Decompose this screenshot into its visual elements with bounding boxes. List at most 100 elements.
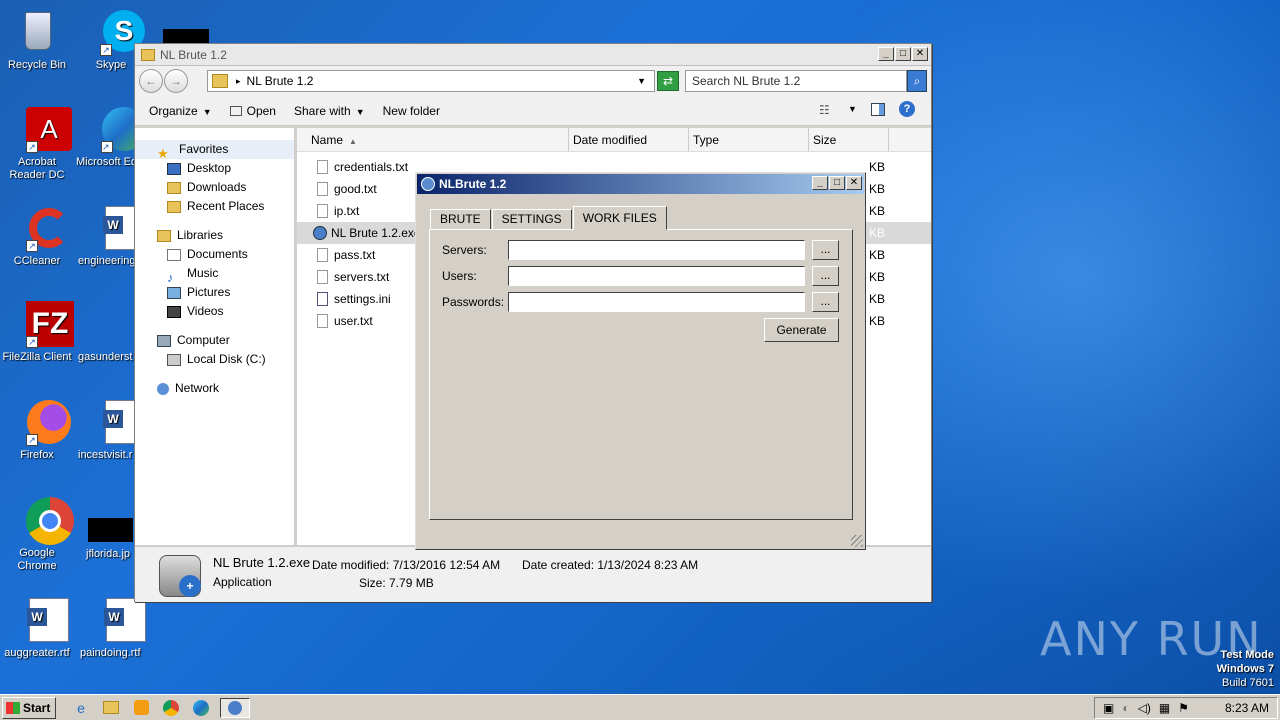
desktop-icon-label: auggreater.rtf bbox=[4, 647, 70, 659]
nav-favorites[interactable]: ★ Favorites bbox=[135, 140, 294, 161]
volume-icon[interactable]: ◁) bbox=[1138, 701, 1151, 715]
nav-music[interactable]: ♪ Music bbox=[135, 264, 294, 285]
nav-recent-places[interactable]: Recent Places bbox=[135, 197, 294, 216]
documents-icon bbox=[167, 248, 181, 261]
search-input[interactable]: Search NL Brute 1.2 bbox=[685, 70, 907, 92]
users-row: Users: ... bbox=[442, 266, 839, 286]
close-button[interactable]: ✕ bbox=[912, 47, 928, 61]
column-name[interactable]: Name ▲ bbox=[297, 128, 569, 151]
nlbrute-taskbar-button[interactable] bbox=[220, 697, 250, 718]
media-player-icon[interactable] bbox=[130, 698, 152, 718]
generate-button[interactable]: Generate bbox=[764, 318, 839, 342]
desktop-icon-firefox[interactable]: ↗ Firefox bbox=[0, 398, 74, 462]
nav-computer[interactable]: Computer bbox=[135, 331, 294, 350]
nav-downloads[interactable]: Downloads bbox=[135, 178, 294, 197]
preview-pane-icon[interactable] bbox=[871, 103, 885, 116]
share-with-button[interactable]: Share with ▼ bbox=[294, 104, 365, 118]
desktop-icon-filezilla[interactable]: FZ ↗ FileZilla Client bbox=[0, 300, 74, 364]
command-bar: Organize ▼ Open Share with ▼ New folder ☷ … bbox=[135, 96, 931, 126]
nav-libraries[interactable]: Libraries bbox=[135, 226, 294, 245]
chevron-down-icon[interactable]: ▼ bbox=[637, 76, 646, 86]
chrome-icon bbox=[13, 496, 74, 545]
nlbrute-titlebar[interactable]: NLBrute 1.2 _ □ ✕ bbox=[417, 174, 864, 194]
users-browse-button[interactable]: ... bbox=[812, 266, 839, 286]
windows-logo-icon bbox=[6, 701, 20, 714]
tab-brute[interactable]: BRUTE bbox=[430, 209, 491, 230]
nav-local-disk[interactable]: Local Disk (C:) bbox=[135, 350, 294, 369]
nav-videos[interactable]: Videos bbox=[135, 302, 294, 321]
servers-label: Servers: bbox=[442, 243, 487, 257]
nav-documents[interactable]: Documents bbox=[135, 245, 294, 264]
users-field[interactable] bbox=[508, 266, 805, 286]
column-size[interactable]: Size bbox=[809, 128, 889, 151]
start-button[interactable]: Start bbox=[2, 696, 56, 719]
nav-desktop[interactable]: Desktop bbox=[135, 159, 294, 178]
close-button[interactable]: ✕ bbox=[846, 176, 862, 190]
desktop-icon-chrome[interactable]: Google Chrome bbox=[0, 496, 74, 573]
servers-field[interactable] bbox=[508, 240, 805, 260]
action-center-flag-icon[interactable]: ⚑ bbox=[1178, 701, 1189, 715]
desktop-icon-paindoing[interactable]: W paindoing.rtf bbox=[74, 596, 148, 660]
tab-work-files[interactable]: WORK FILES bbox=[572, 206, 667, 230]
redacted-thumbnail bbox=[88, 518, 133, 542]
desktop-icon-auggreater[interactable]: W auggreater.rtf bbox=[0, 596, 74, 660]
chevron-down-icon[interactable]: ▼ bbox=[848, 104, 857, 114]
resize-grip-icon[interactable] bbox=[851, 535, 863, 547]
search-icon[interactable]: ⌕ bbox=[907, 70, 927, 92]
details-size: Size: 7.79 MB bbox=[359, 576, 434, 590]
file-explorer-icon[interactable] bbox=[100, 698, 122, 718]
tab-settings[interactable]: SETTINGS bbox=[491, 209, 572, 230]
open-button[interactable]: Open bbox=[229, 104, 276, 118]
tab-strip: BRUTE SETTINGS WORK FILES bbox=[430, 206, 668, 230]
window-icon bbox=[229, 106, 242, 117]
refresh-icon[interactable]: ⇄ bbox=[657, 71, 679, 91]
desktop-icon-recycle-bin[interactable]: Recycle Bin bbox=[0, 8, 74, 72]
filezilla-icon: FZ ↗ bbox=[13, 300, 74, 348]
nav-network[interactable]: Network bbox=[135, 379, 294, 398]
videos-icon bbox=[167, 305, 181, 318]
maximize-button[interactable]: □ bbox=[829, 176, 845, 190]
nlbrute-title: NLBrute 1.2 bbox=[439, 177, 507, 191]
desktop-icon-acrobat[interactable]: A ↗ Acrobat Reader DC bbox=[0, 105, 74, 182]
minimize-button[interactable]: _ bbox=[812, 176, 828, 190]
desktop-icon-ccleaner[interactable]: ↗ CCleaner bbox=[0, 204, 74, 268]
forward-button[interactable]: → bbox=[164, 69, 188, 93]
star-icon: ★ bbox=[157, 145, 169, 161]
work-files-panel: Servers: ... Users: ... Passwords: ... G… bbox=[429, 229, 853, 520]
users-label: Users: bbox=[442, 269, 477, 283]
servers-row: Servers: ... bbox=[442, 240, 839, 260]
maximize-button[interactable]: □ bbox=[895, 47, 911, 61]
nav-pictures[interactable]: Pictures bbox=[135, 283, 294, 302]
internet-explorer-icon[interactable]: e bbox=[70, 698, 92, 718]
details-date-created: Date created: 1/13/2024 8:23 AM bbox=[522, 558, 699, 572]
clock[interactable]: 8:23 AM bbox=[1225, 701, 1269, 715]
details-type: Application bbox=[213, 575, 272, 589]
passwords-field[interactable] bbox=[508, 292, 805, 312]
organize-button[interactable]: Organize ▼ bbox=[149, 104, 212, 118]
text-file-icon bbox=[317, 160, 328, 174]
views-icon[interactable]: ☷ bbox=[819, 103, 830, 117]
column-headers: Name ▲ Date modified Type Size bbox=[297, 128, 931, 152]
back-button[interactable]: ← bbox=[139, 69, 163, 93]
taskbar: Start e ▣ ◐ ◁) ▦ ⚑ 8:23 AM bbox=[0, 694, 1280, 720]
address-bar[interactable]: ▸ NL Brute 1.2 ▼ bbox=[207, 70, 655, 92]
folder-icon bbox=[141, 48, 155, 61]
edge-taskbar-icon[interactable] bbox=[190, 698, 212, 718]
servers-browse-button[interactable]: ... bbox=[812, 240, 839, 260]
text-file-icon bbox=[317, 182, 328, 196]
folder-icon bbox=[212, 74, 228, 88]
explorer-titlebar[interactable]: NL Brute 1.2 _ □ ✕ bbox=[135, 44, 931, 66]
column-type[interactable]: Type bbox=[689, 128, 809, 151]
test-mode-watermark: Test Mode Windows 7 Build 7601 bbox=[1216, 649, 1274, 689]
chrome-taskbar-icon[interactable] bbox=[160, 698, 182, 718]
passwords-browse-button[interactable]: ... bbox=[812, 292, 839, 312]
network-status-icon[interactable]: ▦ bbox=[1159, 701, 1170, 715]
column-date-modified[interactable]: Date modified bbox=[569, 128, 689, 151]
network-tray-icon[interactable]: ▣ bbox=[1103, 701, 1114, 715]
new-folder-button[interactable]: New folder bbox=[383, 104, 440, 118]
nlbrute-window[interactable]: NLBrute 1.2 _ □ ✕ BRUTE SETTINGS WORK FI… bbox=[415, 172, 866, 550]
help-icon[interactable]: ? bbox=[899, 101, 915, 117]
skype-icon: S ↗ bbox=[87, 8, 145, 56]
minimize-button[interactable]: _ bbox=[878, 47, 894, 61]
security-tray-icon[interactable]: ◐ bbox=[1122, 701, 1129, 715]
